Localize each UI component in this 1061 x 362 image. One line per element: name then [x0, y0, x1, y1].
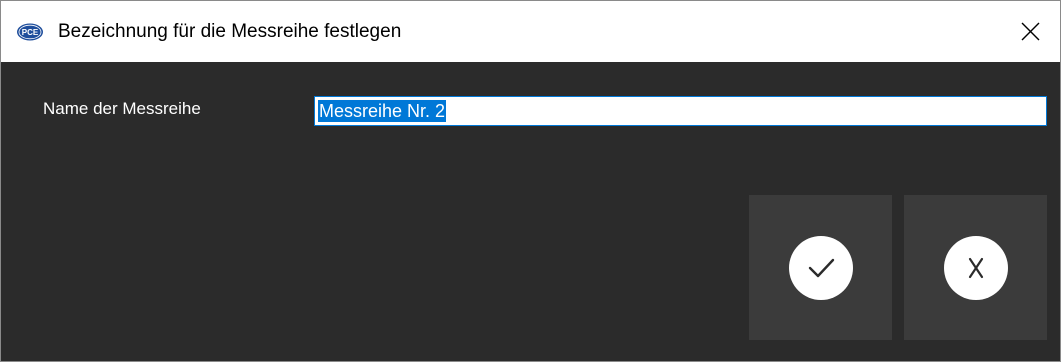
name-input-value: Messreihe Nr. 2 — [318, 100, 447, 122]
name-input[interactable]: Messreihe Nr. 2 — [314, 96, 1047, 126]
confirm-button[interactable] — [749, 195, 892, 340]
cancel-circle — [943, 235, 1008, 300]
cancel-button[interactable] — [904, 195, 1047, 340]
close-icon — [1021, 22, 1039, 41]
title-bar: PCE Bezeichnung für die Messreihe festle… — [1, 1, 1060, 62]
checkmark-icon — [808, 258, 834, 277]
dialog-content: Name der Messreihe Messreihe Nr. 2 — [1, 62, 1060, 361]
svg-text:PCE: PCE — [22, 28, 39, 37]
x-icon — [968, 257, 983, 278]
close-button[interactable] — [1000, 1, 1060, 62]
name-label: Name der Messreihe — [43, 99, 201, 118]
pce-logo-icon: PCE — [17, 23, 43, 41]
window-title: Bezeichnung für die Messreihe festlegen — [58, 21, 402, 42]
confirm-circle — [788, 235, 853, 300]
dialog-window: PCE Bezeichnung für die Messreihe festle… — [0, 0, 1061, 362]
